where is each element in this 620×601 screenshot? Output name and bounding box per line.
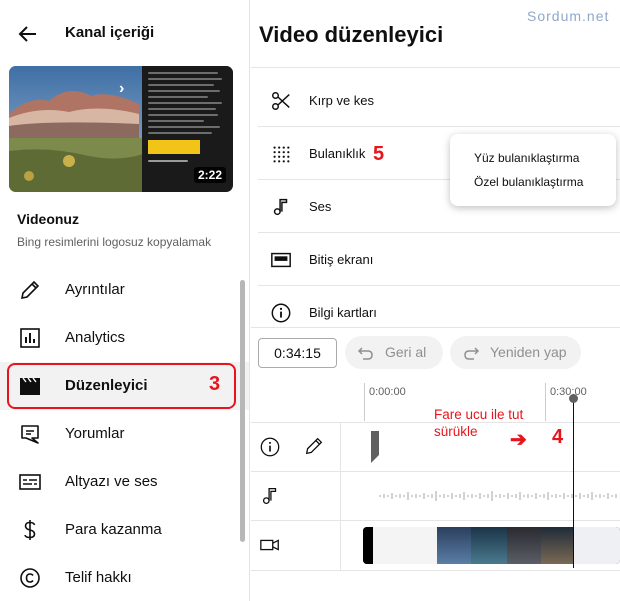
blur-icon [273,146,290,163]
sidebar-item-details[interactable]: Ayrıntılar [0,266,249,314]
sidebar-item-monetization[interactable]: Para kazanma [0,506,249,554]
info-icon [260,437,280,457]
page-title: Video düzenleyici [259,22,444,47]
undo-button[interactable]: Geri al [345,336,443,369]
tool-label: Ses [309,199,332,214]
playhead-handle[interactable] [569,394,578,403]
info-icon [271,303,291,323]
sidebar-header: Kanal içeriği [0,0,249,66]
tool-label: Bitiş ekranı [309,252,374,267]
sidebar-item-comments[interactable]: Yorumlar [0,410,249,458]
redo-button[interactable]: Yeniden yap [450,336,581,369]
undo-label: Geri al [385,344,427,360]
analytics-icon [20,328,40,348]
redo-icon [464,347,480,360]
comments-icon [21,425,39,444]
sidebar-nav: Ayrıntılar Analytics Düzenleyici Yorumla… [0,266,249,601]
tool-label: Kırp ve kes [309,93,375,108]
tool-label: Bulanıklık [309,146,366,161]
arrow-left-icon [18,26,36,42]
tool-info-cards[interactable]: Bilgi kartları [258,286,620,339]
back-button[interactable] [14,20,44,48]
tool-trim[interactable]: Kırp ve kes [258,74,620,127]
undo-icon [357,347,373,360]
sidebar-item-label: Analytics [65,329,126,346]
main-panel: Video düzenleyici Sordum.net Kırp ve kes… [251,0,620,601]
video-camera-icon [260,539,279,551]
sidebar-item-analytics[interactable]: Analytics [0,314,249,362]
ruler-label: 0:00:00 [369,386,406,398]
info-card-marker[interactable] [371,431,379,463]
edit-pencil-icon[interactable] [303,435,325,457]
music-note-icon [262,488,277,504]
sidebar-scrollbar[interactable] [240,280,245,542]
playhead[interactable] [573,398,574,568]
sidebar-item-subtitles[interactable]: Altyazı ve ses [0,458,249,506]
sidebar-item-label: Telif hakkı [65,569,132,586]
sidebar-item-label: Yorumlar [65,425,125,442]
music-note-icon [273,198,288,216]
video-section-label: Videonuz [17,211,79,227]
blur-dropdown-menu: Yüz bulanıklaştırma Özel bulanıklaştırma [450,134,616,206]
subtitles-icon [19,474,41,490]
dollar-icon [24,520,36,540]
tool-end-screen[interactable]: Bitiş ekranı [258,233,620,286]
copyright-icon [20,568,40,588]
annotation-step-3: 3 [209,373,221,395]
scissors-icon [272,92,290,110]
sidebar-item-label: Altyazı ve ses [65,473,158,490]
sidebar-title: Kanal içeriği [65,24,155,41]
pencil-icon [20,280,40,300]
sidebar-item-label: Ayrıntılar [65,281,125,298]
audio-waveform [379,491,617,501]
sidebar: Kanal içeriği › 2:22 Videonuz Bing resim… [0,0,250,601]
menu-item-face-blur[interactable]: Yüz bulanıklaştırma [474,151,579,165]
annotation-highlight-frame [7,363,236,409]
chevron-right-icon: › [119,80,125,97]
menu-item-custom-blur[interactable]: Özel bulanıklaştırma [474,175,583,189]
annotation-step-5: 5 [373,143,385,165]
end-screen-icon [271,252,291,268]
current-time-field[interactable]: 0:34:15 [258,338,337,368]
annotation-arrow-icon: ➔ [510,429,527,451]
video-filmstrip[interactable] [363,527,620,564]
video-thumbnail[interactable]: › 2:22 [9,66,233,192]
annotation-step-4: 4 [552,426,564,448]
sidebar-item-copyright[interactable]: Telif hakkı [0,554,249,601]
watermark: Sordum.net [527,8,610,24]
video-duration: 2:22 [193,167,226,183]
sidebar-item-label: Para kazanma [65,521,162,538]
annotation-line: Fare ucu ile tut [434,407,524,422]
redo-label: Yeniden yap [490,344,567,360]
video-title: Bing resimlerini logosuz kopyalamak [17,235,212,249]
tool-label: Bilgi kartları [309,305,377,320]
